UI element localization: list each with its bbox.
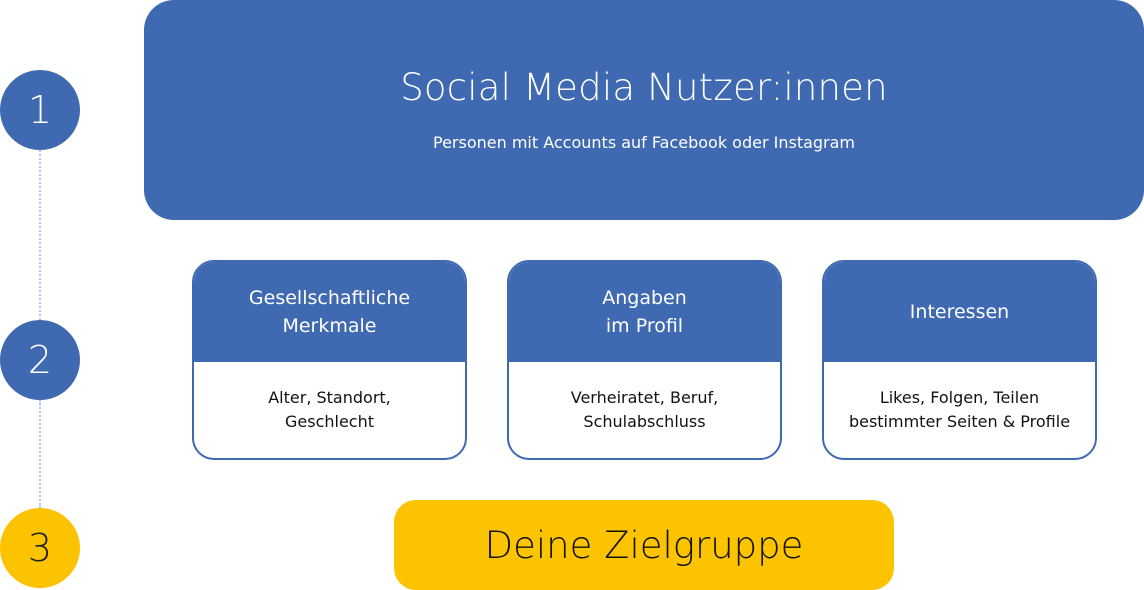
step-connector-1-2	[39, 150, 41, 320]
card-heading: Gesellschaftliche Merkmale	[194, 262, 465, 362]
card-body: Likes, Folgen, Teilen bestimmter Seiten …	[848, 388, 1071, 431]
step-number-3: 3	[0, 508, 80, 588]
target-group-box: Deine Zielgruppe	[394, 500, 894, 590]
banner-subtitle: Personen mit Accounts auf Facebook oder …	[432, 133, 856, 152]
step-number-2: 2	[0, 320, 80, 400]
card-body: Alter, Standort, Geschlecht	[268, 388, 391, 431]
social-media-users-banner: Social Media Nutzer:innen Personen mit A…	[144, 0, 1144, 220]
step-connector-2-3	[39, 400, 41, 508]
card-body: Verheiratet, Beruf, Schulabschluss	[570, 388, 719, 431]
banner-title: Social Media Nutzer:innen	[400, 66, 888, 109]
card-profile-details: Angaben im Profil Verheiratet, Beruf, Sc…	[507, 260, 782, 460]
card-heading: Interessen	[824, 262, 1095, 362]
card-interests: Interessen Likes, Folgen, Teilen bestimm…	[822, 260, 1097, 460]
audience-funnel-diagram: 1 2 3 Social Media Nutzer:innen Personen…	[0, 0, 1144, 590]
card-social-characteristics: Gesellschaftliche Merkmale Alter, Stando…	[192, 260, 467, 460]
step-number-1: 1	[0, 70, 80, 150]
card-heading: Angaben im Profil	[509, 262, 780, 362]
